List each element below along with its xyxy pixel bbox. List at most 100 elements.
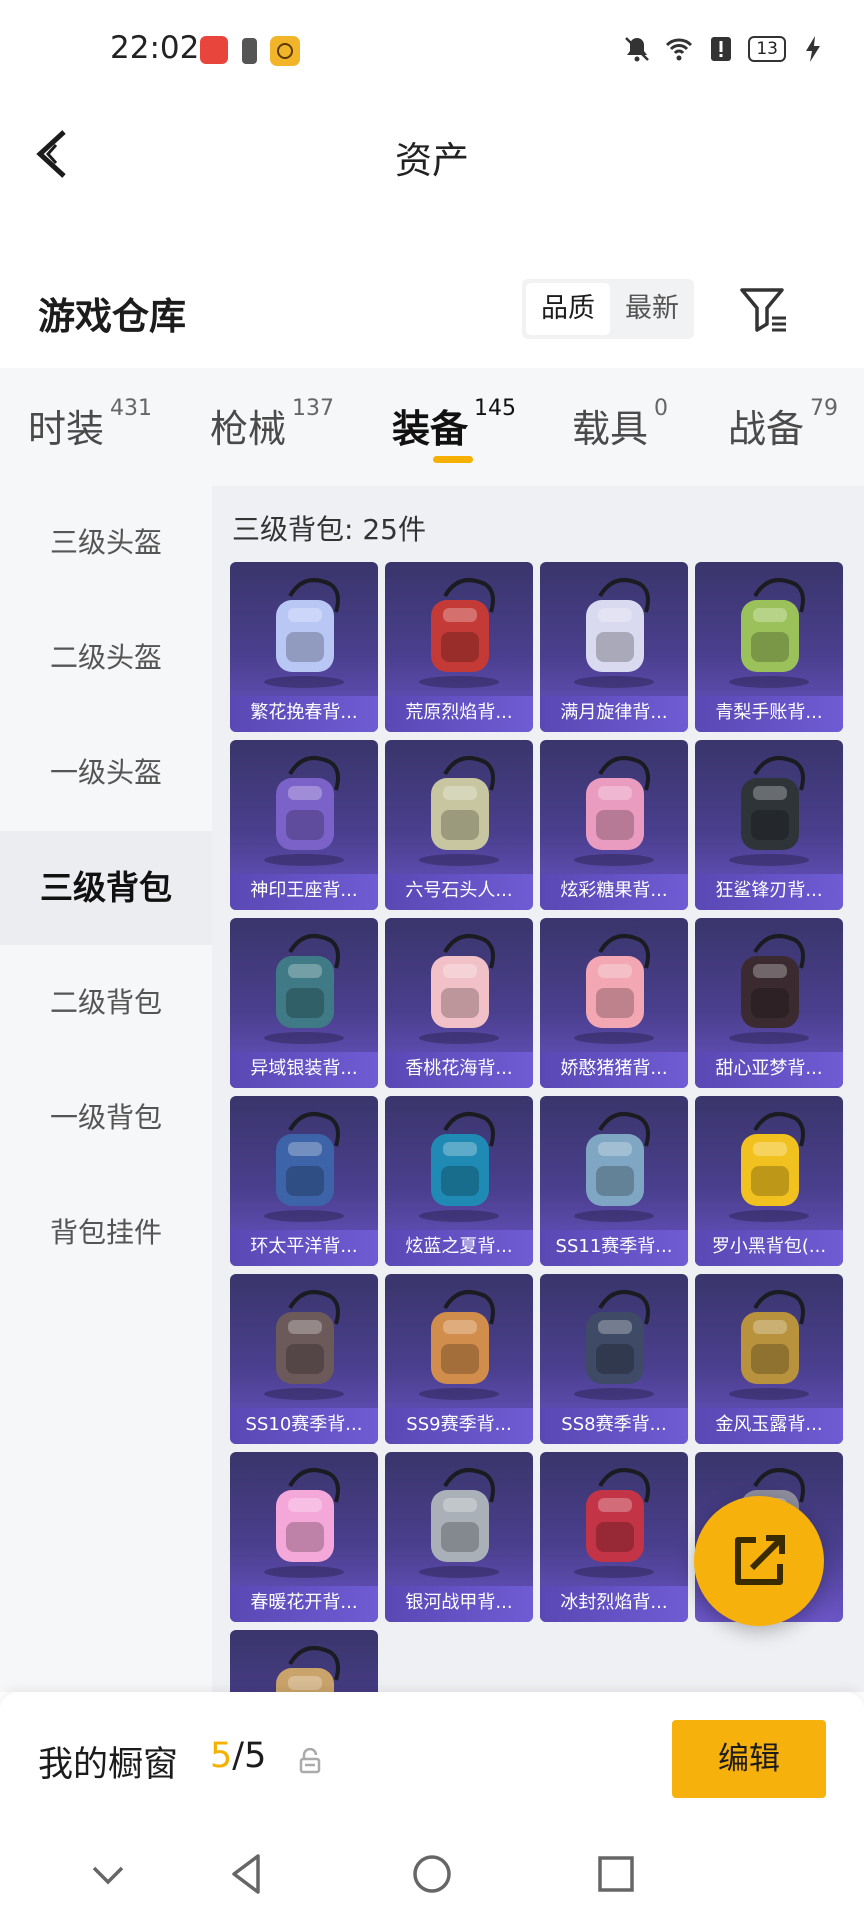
- status-time: 22:02: [110, 30, 200, 66]
- item-card[interactable]: SS8赛季背...: [540, 1274, 688, 1444]
- nav-recents-icon[interactable]: [586, 1844, 646, 1904]
- item-name: 罗小黑背包(...: [695, 1230, 843, 1266]
- item-card[interactable]: 炫彩糖果背...: [540, 740, 688, 910]
- tab-count: 79: [810, 396, 839, 421]
- item-name: SS10赛季背...: [230, 1408, 378, 1444]
- wifi-icon: [666, 38, 693, 61]
- item-card[interactable]: 神印王座背...: [230, 740, 378, 910]
- sidebar-item-level1-backpack[interactable]: 一级背包: [0, 1061, 212, 1175]
- item-card[interactable]: SS11赛季背...: [540, 1096, 688, 1266]
- item-name: 娇憨猪猪背...: [540, 1052, 688, 1088]
- filter-icon[interactable]: [738, 284, 790, 336]
- item-card[interactable]: 青梨手账背...: [695, 562, 843, 732]
- item-card[interactable]: [230, 1630, 378, 1692]
- share-button[interactable]: [694, 1496, 824, 1626]
- nav-back-icon[interactable]: [218, 1844, 278, 1904]
- item-card[interactable]: 金风玉露背...: [695, 1274, 843, 1444]
- backpack-icon: [419, 1468, 499, 1578]
- lock-icon[interactable]: [298, 1748, 322, 1774]
- item-name: 青梨手账背...: [695, 696, 843, 732]
- sidebar-item-level2-helmet[interactable]: 二级头盔: [0, 601, 212, 715]
- mute-bell-icon: [625, 37, 650, 62]
- sidebar-item-level3-helmet[interactable]: 三级头盔: [0, 486, 212, 600]
- item-name: 狂鲨锋刃背...: [695, 874, 843, 910]
- warehouse-title: 游戏仓库: [38, 295, 186, 338]
- item-card[interactable]: 娇憨猪猪背...: [540, 918, 688, 1088]
- backpack-icon: [264, 1468, 344, 1578]
- sort-quality-button[interactable]: 品质: [526, 283, 610, 335]
- backpack-icon: [264, 934, 344, 1044]
- backpack-icon: [729, 1290, 809, 1400]
- item-card[interactable]: 炫蓝之夏背...: [385, 1096, 533, 1266]
- sort-newest-button[interactable]: 最新: [612, 283, 692, 335]
- item-card[interactable]: 冰封烈焰背...: [540, 1452, 688, 1622]
- edit-button[interactable]: 编辑: [672, 1720, 826, 1798]
- item-card[interactable]: 银河战甲背...: [385, 1452, 533, 1622]
- item-card[interactable]: 春暖花开背...: [230, 1452, 378, 1622]
- item-name: SS8赛季背...: [540, 1408, 688, 1444]
- system-nav-bar: [0, 1828, 864, 1920]
- item-card[interactable]: 荒原烈焰背...: [385, 562, 533, 732]
- item-card[interactable]: 罗小黑背包(...: [695, 1096, 843, 1266]
- sidebar-item-level3-backpack[interactable]: 三级背包: [0, 831, 212, 945]
- backpack-icon: [574, 934, 654, 1044]
- item-name: 甜心亚梦背...: [695, 1052, 843, 1088]
- tab-equipment[interactable]: 装备 145: [392, 396, 516, 453]
- tab-guns[interactable]: 枪械 137: [210, 396, 334, 453]
- backpack-icon: [264, 756, 344, 866]
- tab-vehicles[interactable]: 载具 0: [572, 396, 668, 453]
- section-title: 三级背包: 25件: [232, 513, 426, 546]
- item-card[interactable]: 香桃花海背...: [385, 918, 533, 1088]
- notification-app-icon: [242, 38, 257, 64]
- tab-supplies[interactable]: 战备 79: [728, 396, 839, 453]
- backpack-icon: [729, 578, 809, 688]
- showcase-bar: 我的橱窗 5/5 编辑: [0, 1692, 864, 1828]
- backpack-icon: [574, 1468, 654, 1578]
- item-name: 六号石头人...: [385, 874, 533, 910]
- item-name: 冰封烈焰背...: [540, 1586, 688, 1622]
- tab-label: 枪械: [210, 407, 287, 451]
- status-icons: 13: [622, 34, 828, 64]
- app-screen: 22:02 13 资产 游戏仓库 品质 最新 时装 431 枪械 137 装备 …: [0, 0, 864, 1920]
- backpack-icon: [729, 1112, 809, 1222]
- item-name: 环太平洋背...: [230, 1230, 378, 1266]
- item-card[interactable]: 异域银装背...: [230, 918, 378, 1088]
- tab-fashion[interactable]: 时装 431: [28, 396, 153, 453]
- item-card[interactable]: SS10赛季背...: [230, 1274, 378, 1444]
- backpack-icon: [264, 578, 344, 688]
- sidebar-item-backpack-charm[interactable]: 背包挂件: [0, 1176, 212, 1290]
- item-card[interactable]: 狂鲨锋刃背...: [695, 740, 843, 910]
- page-title: 资产: [395, 139, 469, 182]
- sidebar-item-level2-backpack[interactable]: 二级背包: [0, 946, 212, 1060]
- chevron-down-icon[interactable]: [78, 1844, 138, 1904]
- item-name: 繁花挽春背...: [230, 696, 378, 732]
- item-card[interactable]: 环太平洋背...: [230, 1096, 378, 1266]
- item-name: 金风玉露背...: [695, 1408, 843, 1444]
- backpack-icon: [276, 1646, 340, 1692]
- tab-label: 装备: [392, 407, 469, 451]
- sidebar-item-level1-helmet[interactable]: 一级头盔: [0, 716, 212, 830]
- item-name: 满月旋律背...: [540, 696, 688, 732]
- backpack-icon: [419, 578, 499, 688]
- item-name: 神印王座背...: [230, 874, 378, 910]
- item-card[interactable]: 满月旋律背...: [540, 562, 688, 732]
- tab-count: 431: [110, 396, 153, 421]
- backpack-icon: [574, 1112, 654, 1222]
- share-icon: [735, 1535, 785, 1585]
- item-name: 荒原烈焰背...: [385, 696, 533, 732]
- item-name: SS11赛季背...: [540, 1230, 688, 1266]
- notification-app-icon: [270, 36, 300, 66]
- backpack-icon: [574, 756, 654, 866]
- item-card[interactable]: 繁花挽春背...: [230, 562, 378, 732]
- item-card[interactable]: 六号石头人...: [385, 740, 533, 910]
- charging-icon: [806, 36, 820, 62]
- backpack-icon: [419, 756, 499, 866]
- item-name: SS9赛季背...: [385, 1408, 533, 1444]
- item-card[interactable]: SS9赛季背...: [385, 1274, 533, 1444]
- showcase-total: /5: [232, 1736, 267, 1776]
- item-card[interactable]: 甜心亚梦背...: [695, 918, 843, 1088]
- showcase-title: 我的橱窗: [38, 1745, 179, 1785]
- backpack-icon: [264, 1290, 344, 1400]
- item-name: 炫蓝之夏背...: [385, 1230, 533, 1266]
- nav-home-icon[interactable]: [402, 1844, 462, 1904]
